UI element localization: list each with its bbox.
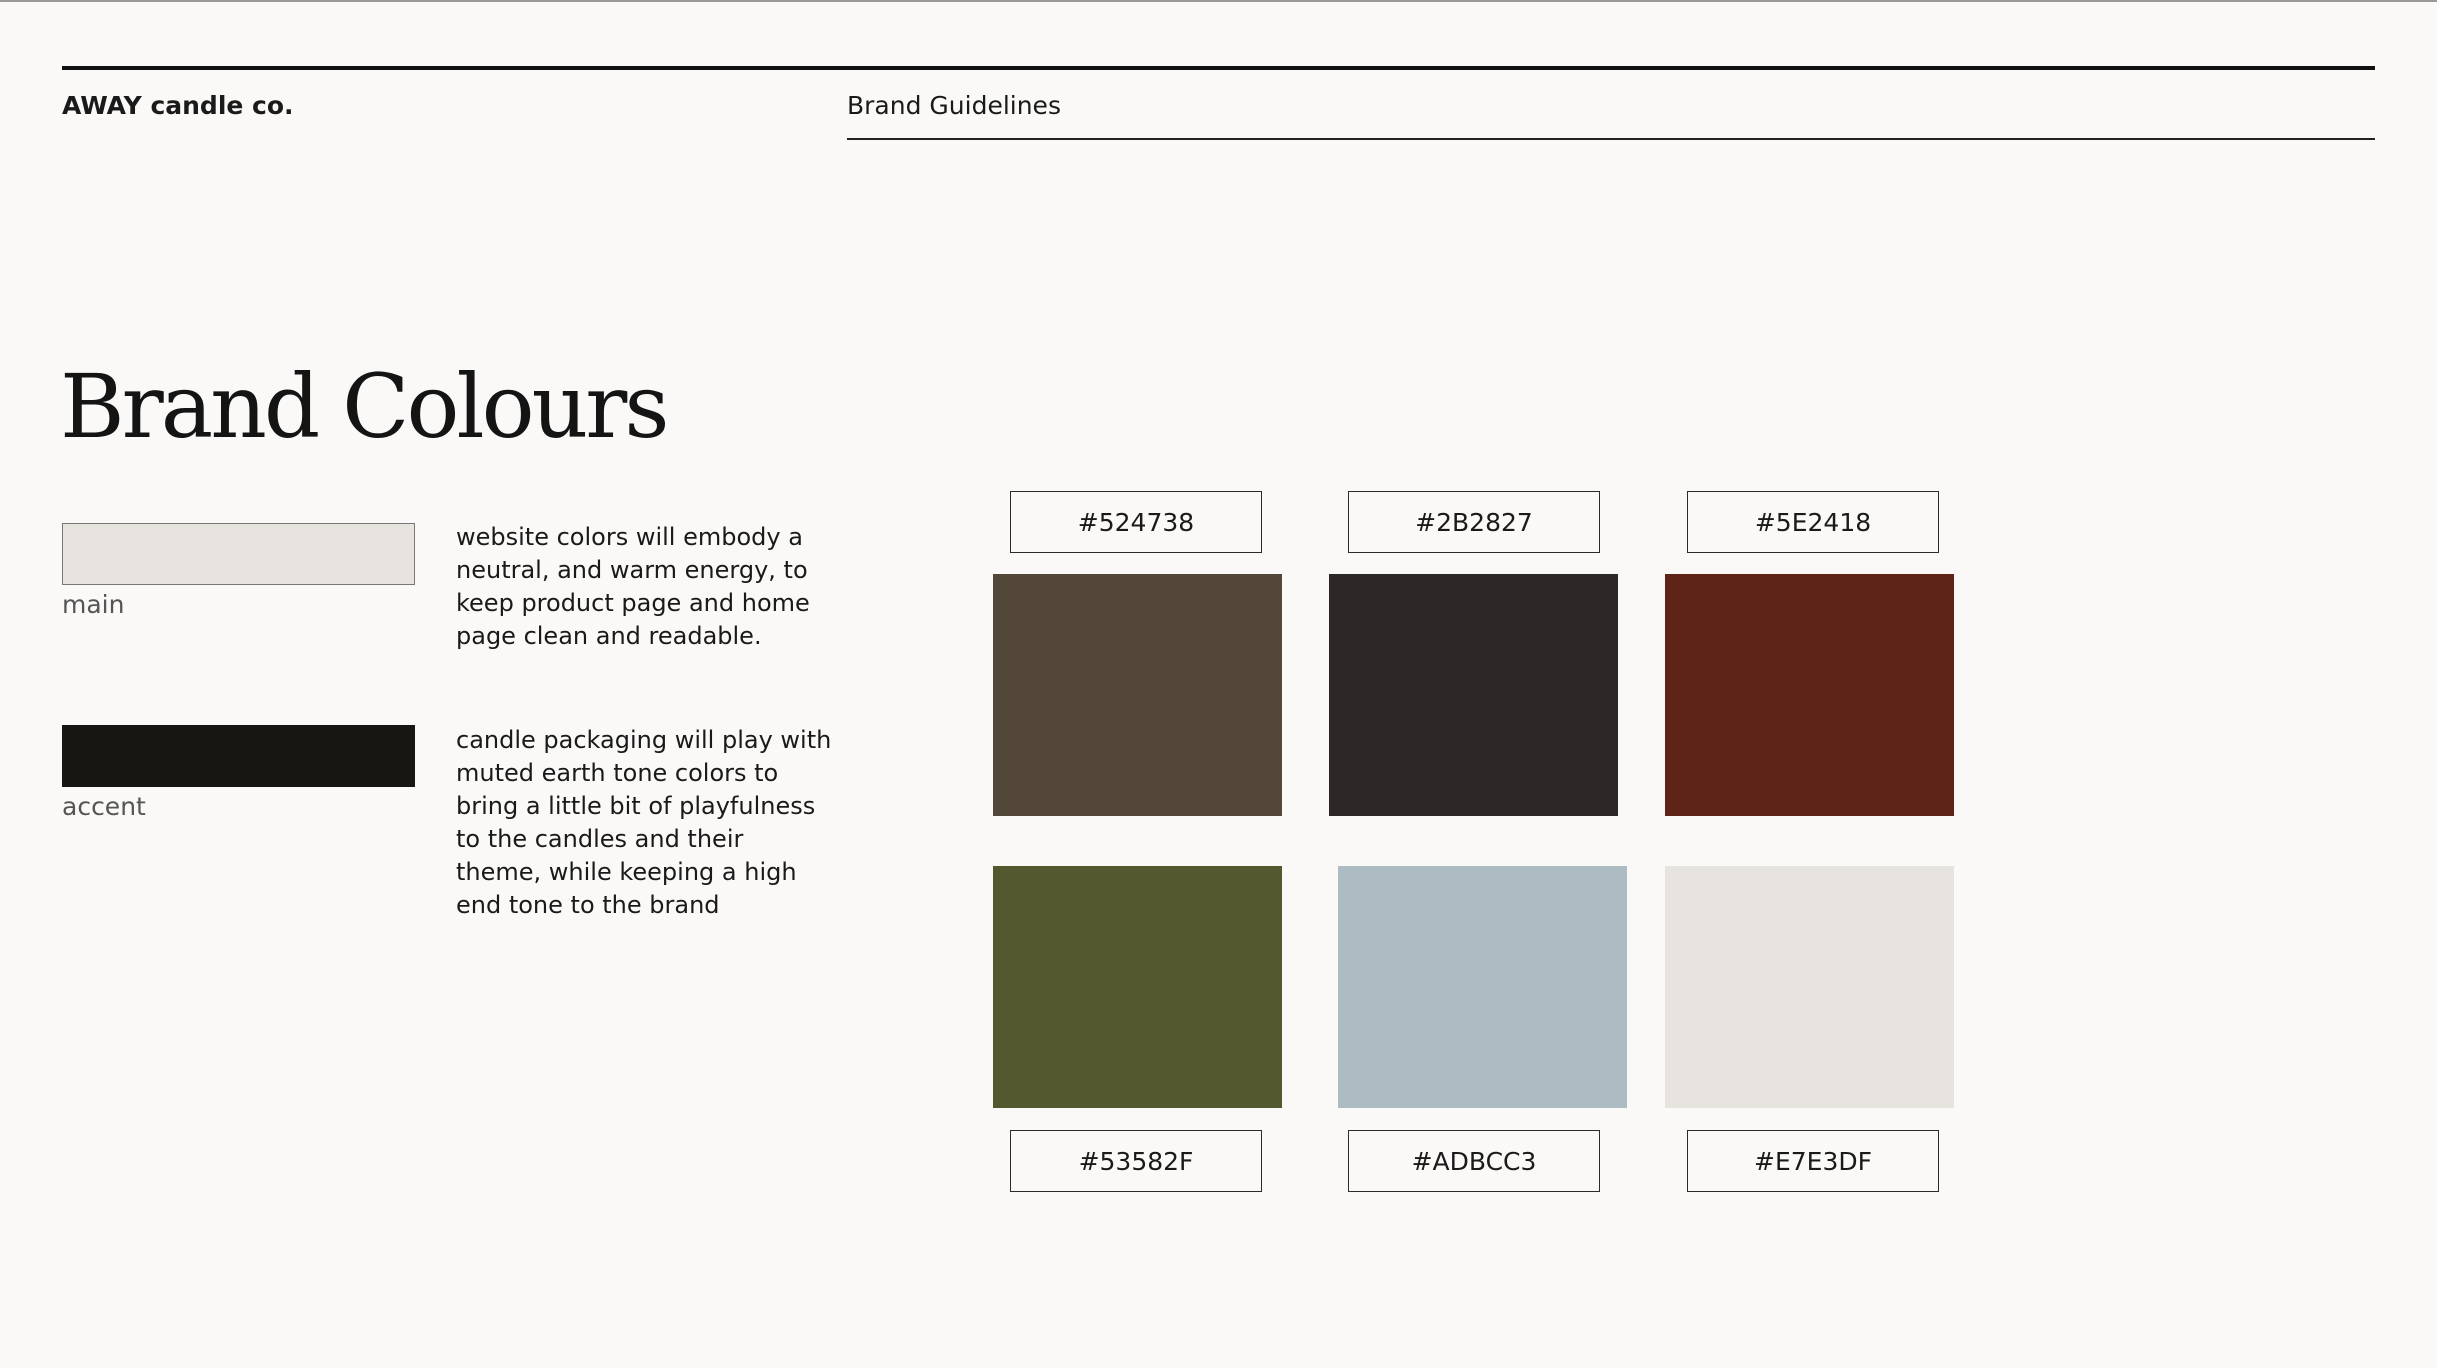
color-swatch: [1665, 866, 1954, 1108]
hex-code-box: #ADBCC3: [1348, 1130, 1600, 1192]
accent-color-description: candle packaging will play with muted ea…: [456, 726, 832, 919]
document-title: Brand Guidelines: [847, 91, 1061, 120]
hex-code-box: #E7E3DF: [1687, 1130, 1939, 1192]
hex-code-box: #5E2418: [1687, 491, 1939, 553]
color-swatch: [1329, 574, 1618, 816]
main-color-description: website colors will embody a neutral, an…: [456, 523, 810, 650]
color-swatch: [1338, 866, 1627, 1108]
color-swatch: [1665, 574, 1954, 816]
accent-color-label: accent: [62, 792, 146, 821]
accent-color-swatch: [62, 725, 415, 787]
hex-code-box: #53582F: [1010, 1130, 1262, 1192]
hex-code-box: #2B2827: [1348, 491, 1600, 553]
brand-name: AWAY candle co.: [62, 91, 294, 120]
top-edge-line: [0, 0, 2437, 2]
main-color-label: main: [62, 590, 125, 619]
color-swatch: [993, 866, 1282, 1108]
main-color-swatch: [62, 523, 415, 585]
hex-code-box: #524738: [1010, 491, 1262, 553]
brand-guidelines-page: AWAY candle co. Brand Guidelines Brand C…: [0, 0, 2437, 1368]
header-sub-rule: [847, 138, 2375, 140]
header-top-rule: [62, 66, 2375, 70]
color-swatch: [993, 574, 1282, 816]
section-heading: Brand Colours: [60, 355, 670, 458]
